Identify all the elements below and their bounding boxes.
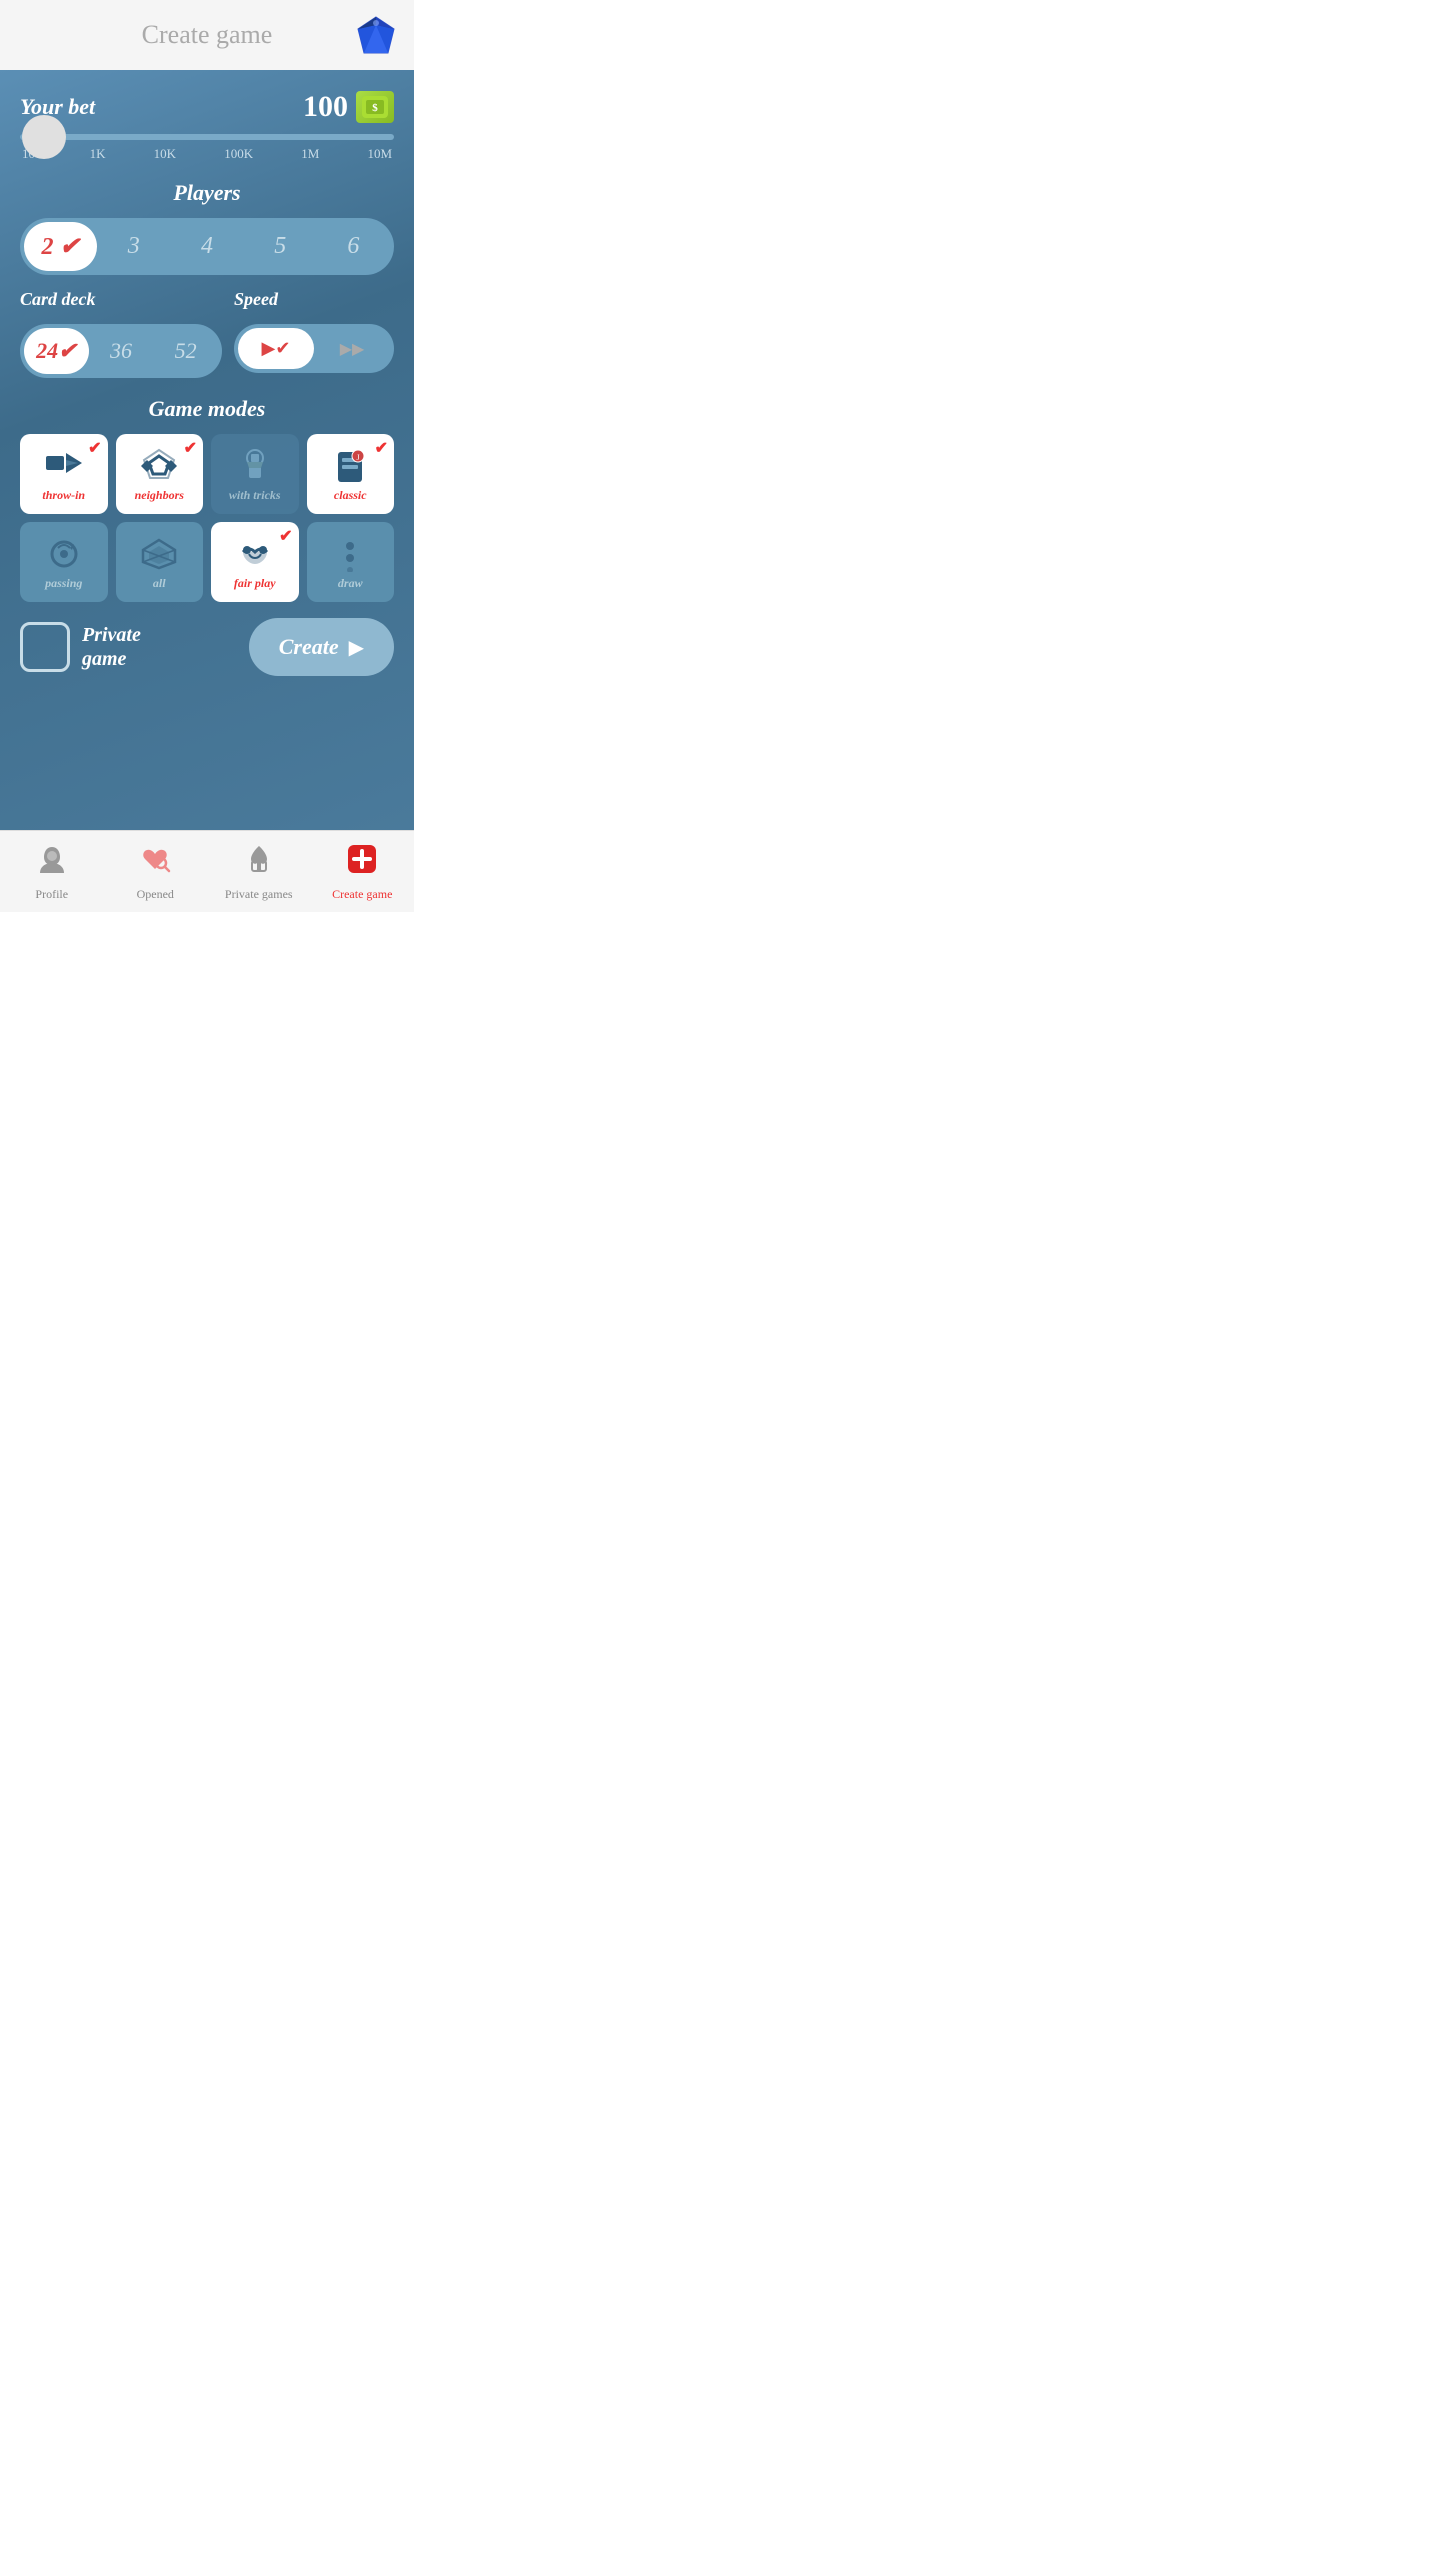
mode-fair-play[interactable]: ✔ fair play (211, 522, 299, 602)
private-games-label: Private games (225, 887, 293, 902)
player-option-3[interactable]: 3 (97, 223, 170, 270)
bet-value-group: 100 $ (303, 90, 394, 124)
slider-labels: 100 1K 10K 100K 1M 10M (20, 146, 394, 162)
nav-profile[interactable]: Profile (0, 831, 104, 912)
classic-label: classic (334, 488, 367, 503)
create-game-icon (346, 843, 378, 883)
all-icon (139, 536, 179, 572)
private-group: Privategame (20, 622, 141, 672)
fair-play-check: ✔ (279, 526, 292, 546)
bet-slider[interactable]: 100 1K 10K 100K 1M 10M (20, 134, 394, 162)
page-title: Create game (142, 20, 273, 50)
svg-text:J: J (357, 453, 360, 462)
mode-all[interactable]: all (116, 522, 204, 602)
neighbors-icon (139, 448, 179, 484)
deck-option-52[interactable]: 52 (153, 328, 218, 374)
mode-passing[interactable]: passing (20, 522, 108, 602)
players-selector: 2 ✔ 3 4 5 6 (20, 218, 394, 275)
private-game-label: Privategame (82, 623, 141, 671)
deck-speed-row: 24✔ 36 52 ▶✔ ▶▶ (20, 324, 394, 378)
player-option-5[interactable]: 5 (244, 223, 317, 270)
coin-icon: $ (356, 91, 394, 123)
fast-forward-icon: ▶▶ (340, 341, 365, 358)
speed-section: ▶✔ ▶▶ (234, 324, 394, 378)
bottom-row: Privategame Create ▶ (20, 618, 394, 676)
mode-classic[interactable]: ✔ J classic (307, 434, 395, 514)
mode-throw-in[interactable]: ✔ throw-in (20, 434, 108, 514)
bet-row: Your bet 100 $ (20, 90, 394, 124)
main-content: Your bet 100 $ 100 1K 10K 100K 1M 10M (0, 70, 414, 830)
speed-fast[interactable]: ▶▶ (314, 328, 390, 369)
game-modes-title: Game modes (20, 396, 394, 422)
gem-icon (354, 13, 398, 57)
player-option-4[interactable]: 4 (170, 223, 243, 270)
draw-icon (330, 536, 370, 572)
create-game-label: Create game (332, 887, 392, 902)
throw-in-label: throw-in (42, 488, 85, 503)
lock-spade-icon (243, 843, 275, 883)
nav-private-games[interactable]: Private games (207, 831, 311, 912)
profile-icon (36, 843, 68, 883)
slider-thumb (22, 115, 66, 159)
with-tricks-label: with tricks (229, 488, 281, 503)
create-arrow-icon: ▶ (349, 635, 364, 660)
neighbors-check: ✔ (184, 438, 197, 458)
svg-text:$: $ (372, 102, 378, 114)
bottom-nav: Profile Opened Private games (0, 830, 414, 912)
play-check-icon: ▶✔ (262, 338, 291, 358)
game-modes-grid: ✔ throw-in ✔ neighbors (20, 434, 394, 602)
all-label: all (153, 576, 166, 591)
nav-opened[interactable]: Opened (104, 831, 208, 912)
card-deck-label: Card deck (20, 289, 222, 310)
deck-section: 24✔ 36 52 (20, 324, 222, 378)
slider-mark-1k: 1K (90, 146, 106, 162)
passing-icon (44, 536, 84, 572)
throw-in-icon (44, 448, 84, 484)
deck-selector: 24✔ 36 52 (20, 324, 222, 378)
speed-normal[interactable]: ▶✔ (238, 328, 314, 369)
private-game-checkbox[interactable] (20, 622, 70, 672)
create-button-label: Create (279, 634, 339, 660)
mode-neighbors[interactable]: ✔ neighbors (116, 434, 204, 514)
fair-play-icon (235, 536, 275, 572)
create-button[interactable]: Create ▶ (249, 618, 394, 676)
slider-mark-100k: 100K (224, 146, 253, 162)
with-tricks-icon (235, 448, 275, 484)
player-option-2[interactable]: 2 ✔ (24, 222, 97, 271)
speed-selector: ▶✔ ▶▶ (234, 324, 394, 373)
classic-icon: J (330, 448, 370, 484)
opened-label: Opened (137, 887, 174, 902)
bet-label: Your bet (20, 94, 95, 120)
deck-option-36[interactable]: 36 (89, 328, 154, 374)
fair-play-label: fair play (234, 576, 276, 591)
mode-with-tricks[interactable]: with tricks (211, 434, 299, 514)
slider-mark-10m: 10M (367, 146, 392, 162)
deck-option-24[interactable]: 24✔ (24, 328, 89, 374)
slider-mark-10k: 10K (154, 146, 176, 162)
bet-amount: 100 (303, 90, 348, 124)
player-option-6[interactable]: 6 (317, 223, 390, 270)
slider-track (20, 134, 394, 140)
speed-label: Speed (234, 289, 394, 310)
classic-check: ✔ (375, 438, 388, 458)
header: Create game (0, 0, 414, 70)
profile-label: Profile (35, 887, 68, 902)
throw-in-check: ✔ (88, 438, 101, 458)
nav-create-game[interactable]: Create game (311, 831, 415, 912)
heart-search-icon (139, 843, 171, 883)
passing-label: passing (45, 576, 82, 591)
draw-label: draw (338, 576, 363, 591)
players-title: Players (20, 180, 394, 206)
neighbors-label: neighbors (135, 488, 184, 503)
mode-draw[interactable]: draw (307, 522, 395, 602)
slider-mark-1m: 1M (301, 146, 319, 162)
